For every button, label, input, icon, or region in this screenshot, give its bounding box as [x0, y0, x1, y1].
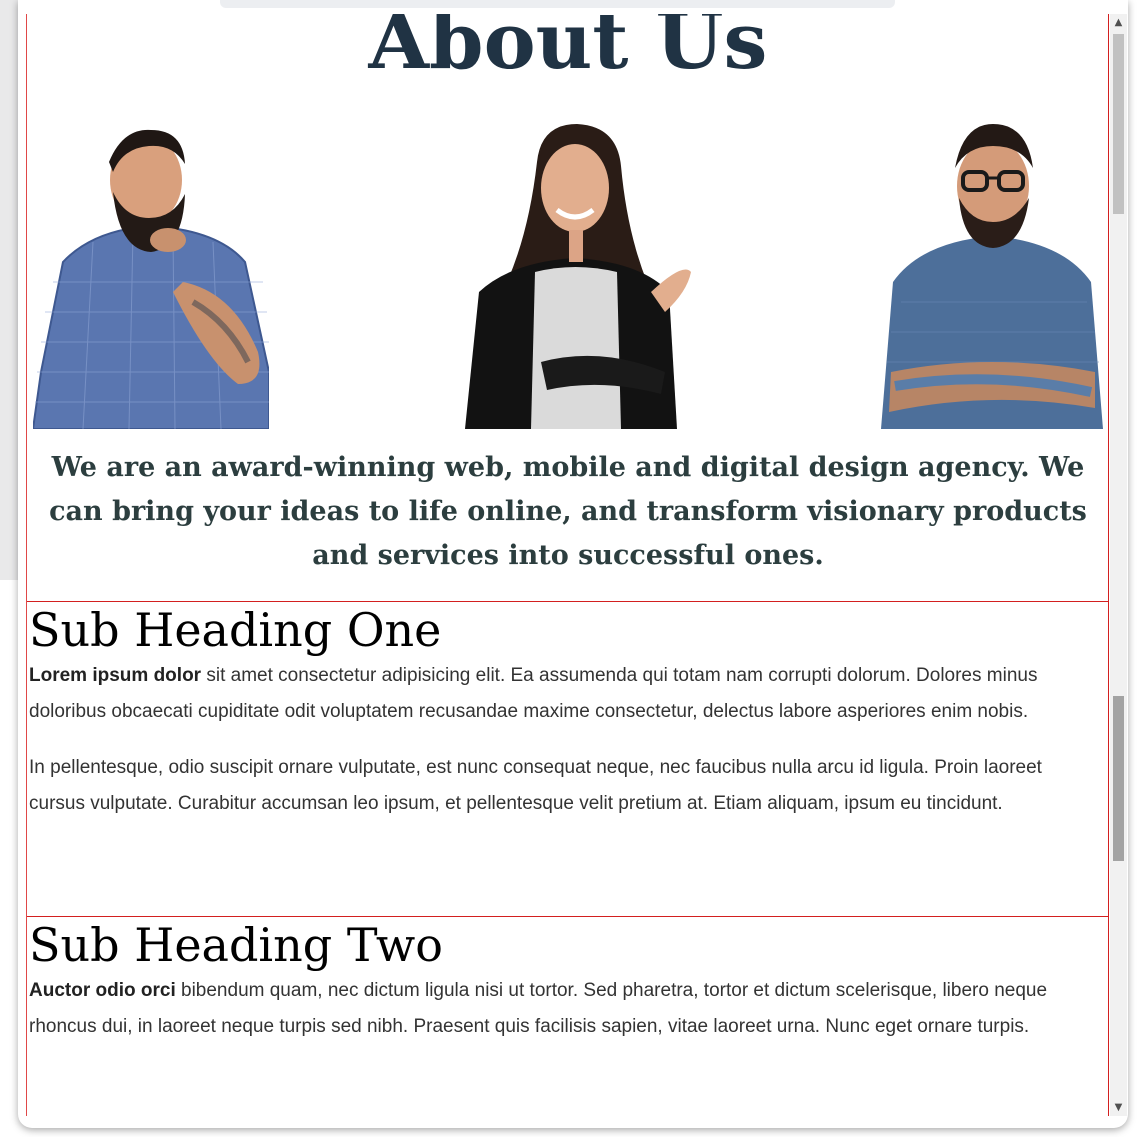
page-viewport[interactable]: About Us We are an award-winning web, mo… [26, 14, 1111, 1116]
section-one-paragraph-2: In pellentesque, odio suscipit ornare vu… [29, 757, 1042, 814]
background-panel-lower [0, 580, 20, 1137]
scroll-thumb-ghost [1113, 34, 1124, 214]
team-photo-bearded-man [33, 122, 269, 429]
section-two: Sub Heading Two Auctor odio orci bibendu… [27, 917, 1109, 1116]
scroll-up-arrow-icon[interactable]: ▲ [1110, 14, 1127, 31]
section-one-paragraph-1: Lorem ipsum dolor sit amet consectetur a… [27, 658, 1108, 730]
background-panel [0, 0, 20, 580]
section-two-paragraph-1-text: bibendum quam, nec dictum ligula nisi ut… [29, 980, 1048, 1037]
team-photo-man-glasses [881, 122, 1103, 429]
section-two-paragraph-1: Auctor odio orci bibendum quam, nec dict… [27, 973, 1108, 1045]
section-two-bold-lead: Auctor odio orci [29, 980, 176, 1001]
section-one: Sub Heading One Lorem ipsum dolor sit am… [27, 602, 1109, 917]
about-hero-section: About Us We are an award-winning web, mo… [27, 14, 1109, 602]
vertical-scrollbar[interactable]: ▲ ▼ [1110, 14, 1127, 1116]
scroll-down-arrow-icon[interactable]: ▼ [1110, 1099, 1127, 1116]
address-bar-edge [220, 0, 895, 8]
section-one-bold-lead: Lorem ipsum dolor [29, 665, 202, 686]
scroll-thumb[interactable] [1113, 696, 1124, 861]
sub-heading-one: Sub Heading One [29, 603, 442, 657]
hero-lead-text: We are an award-winning web, mobile and … [49, 452, 1087, 571]
page-title: About Us [368, 14, 768, 87]
sub-heading-two: Sub Heading Two [29, 918, 443, 972]
team-photo-smiling-woman [451, 122, 697, 429]
